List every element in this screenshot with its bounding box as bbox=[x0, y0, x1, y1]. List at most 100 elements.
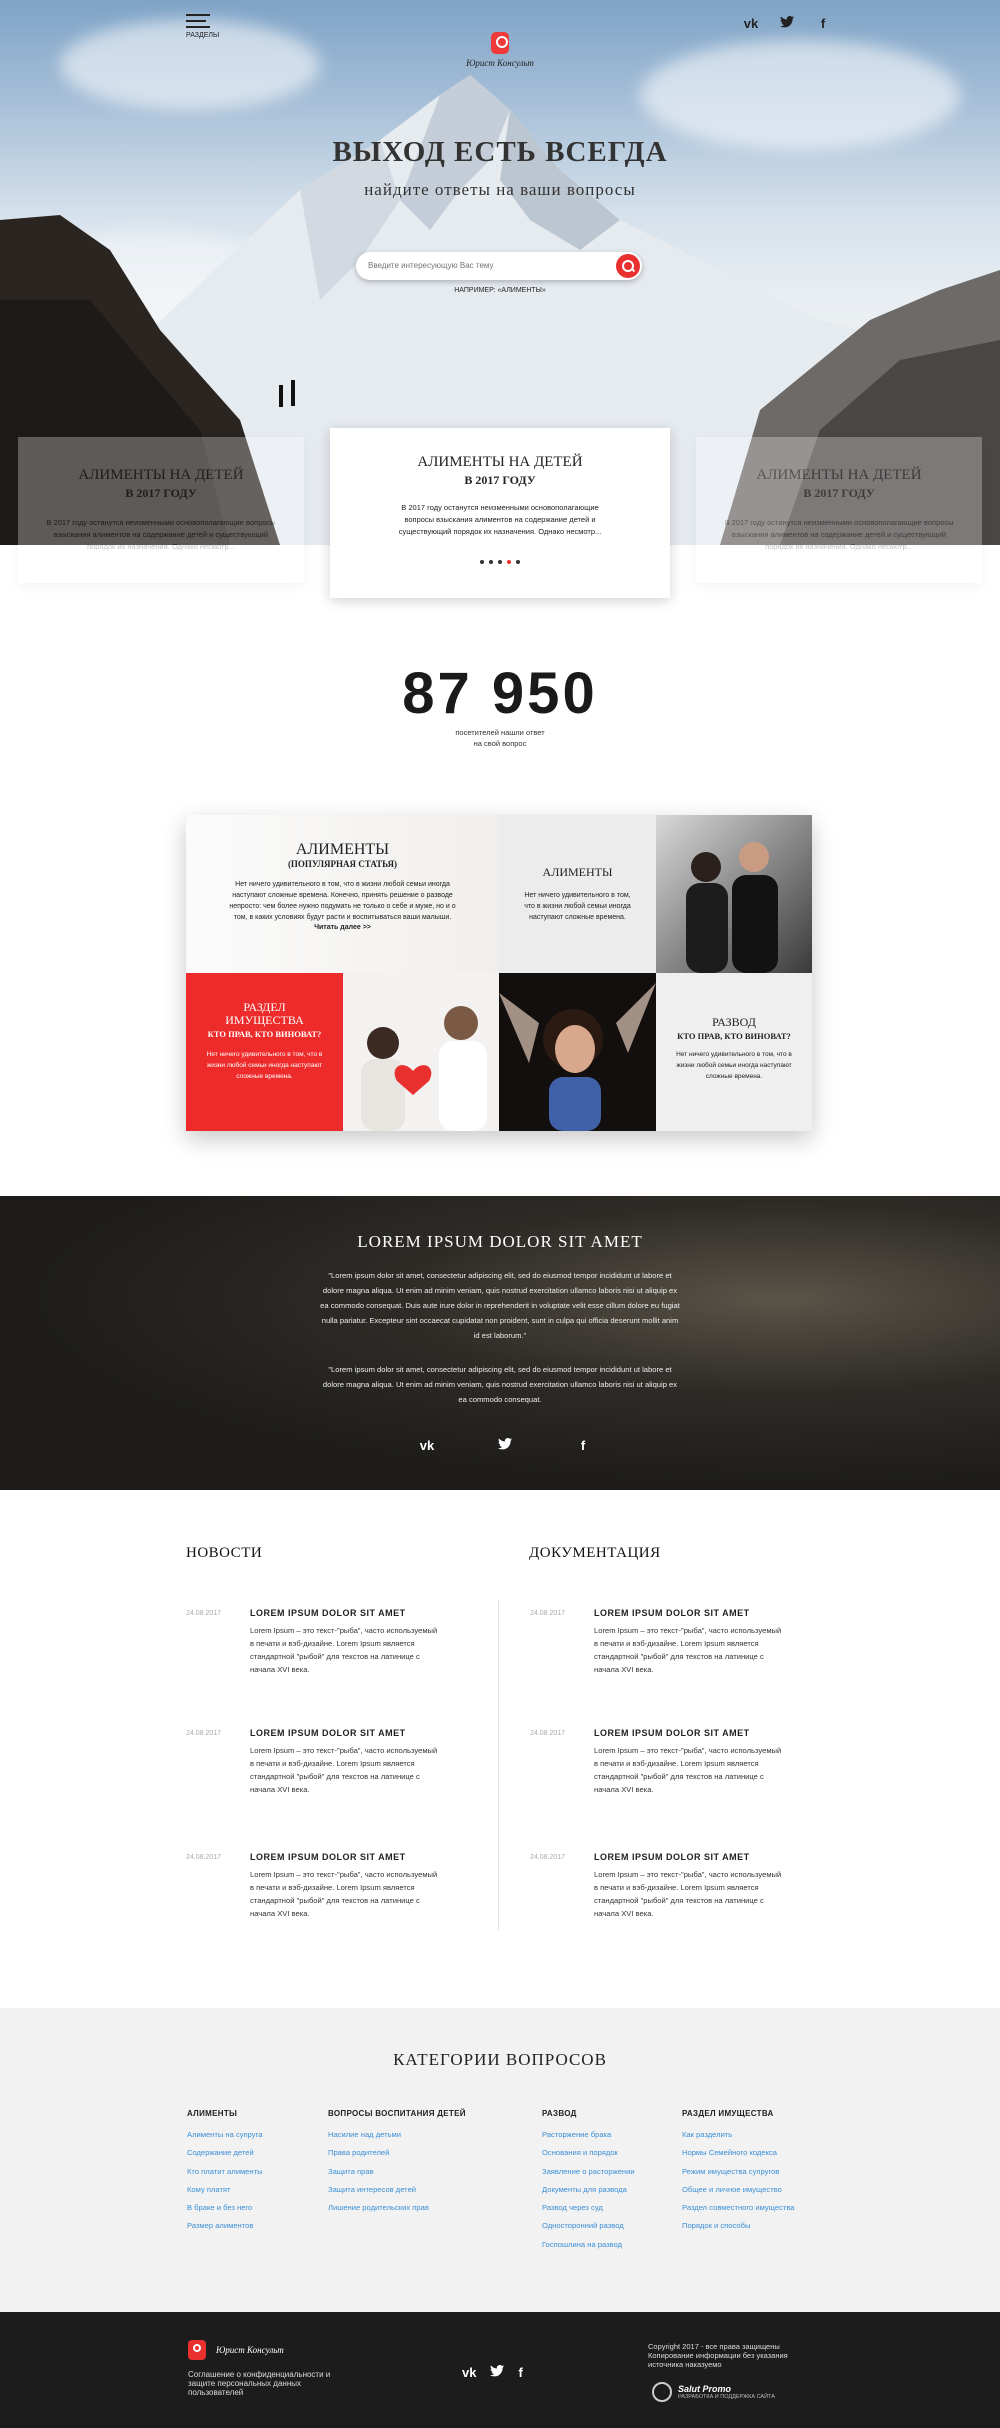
doc-text: Lorem Ipsum – это текст-"рыба", часто ис… bbox=[594, 1746, 782, 1794]
doc-title[interactable]: LOREM IPSUM DOLOR SIT AMET bbox=[594, 1608, 750, 1618]
search-input[interactable] bbox=[368, 261, 608, 270]
category-link[interactable]: Защита интересов детей bbox=[328, 2185, 508, 2194]
slider-dot-active[interactable] bbox=[507, 560, 511, 564]
property-card[interactable]: РАЗДЕЛ ИМУЩЕСТВА КТО ПРАВ, КТО ВИНОВАТ? … bbox=[186, 973, 343, 1131]
category-column: ВОПРОСЫ ВОСПИТАНИЯ ДЕТЕЙ Насилие над дет… bbox=[328, 2109, 508, 2221]
category-link[interactable]: Содержание детей bbox=[187, 2148, 317, 2157]
slider-dot[interactable] bbox=[498, 560, 502, 564]
footer-social: vk f bbox=[462, 2365, 523, 2380]
category-title: РАЗДЕЛ ИМУЩЕСТВА bbox=[682, 2109, 774, 2118]
category-link[interactable]: Основания и порядок bbox=[542, 2148, 682, 2157]
category-link[interactable]: Госпошлина на развод bbox=[542, 2240, 682, 2249]
hamburger-bar bbox=[186, 20, 206, 22]
card-text: В 2017 году останутся неизменными осново… bbox=[46, 518, 276, 551]
category-link[interactable]: Нормы Семейного кодекса bbox=[682, 2148, 822, 2157]
twitter-icon[interactable] bbox=[490, 2365, 505, 2380]
category-title: ВОПРОСЫ ВОСПИТАНИЯ ДЕТЕЙ bbox=[328, 2109, 466, 2118]
category-column: РАЗВОД Расторжение брака Основания и пор… bbox=[542, 2109, 682, 2258]
vk-icon[interactable]: vk bbox=[740, 16, 762, 32]
news-title[interactable]: LOREM IPSUM DOLOR SIT AMET bbox=[250, 1852, 406, 1862]
menu-button[interactable]: РАЗДЕЛЫ bbox=[186, 14, 220, 42]
divorce-card[interactable]: РАЗВОД КТО ПРАВ, КТО ВИНОВАТ? Нет ничего… bbox=[656, 973, 812, 1131]
vk-icon[interactable]: vk bbox=[416, 1438, 438, 1453]
visitor-counter: 87 950 bbox=[402, 661, 598, 726]
news-date: 24.08.2017 bbox=[186, 1854, 222, 1861]
news-title[interactable]: LOREM IPSUM DOLOR SIT AMET bbox=[250, 1608, 406, 1618]
heart-couple-photo bbox=[343, 973, 499, 1131]
card-title: АЛИМЕНТЫ НА ДЕТЕЙ bbox=[78, 467, 244, 483]
articles-grid: АЛИМЕНТЫ (ПОПУЛЯРНАЯ СТАТЬЯ) Нет ничего … bbox=[186, 815, 812, 1131]
doc-title[interactable]: LOREM IPSUM DOLOR SIT AMET bbox=[594, 1852, 750, 1862]
category-link[interactable]: Насилие над детьми bbox=[328, 2130, 508, 2139]
category-link[interactable]: Раздел совместного имущества bbox=[682, 2203, 822, 2212]
facebook-icon[interactable]: f bbox=[812, 16, 834, 32]
category-link[interactable]: Общее и личное имущество bbox=[682, 2185, 822, 2194]
news-heading: НОВОСТИ bbox=[186, 1545, 263, 1561]
search-button[interactable] bbox=[616, 254, 640, 278]
category-link[interactable]: Размер алиментов bbox=[187, 2221, 317, 2230]
category-link[interactable]: Расторжение брака bbox=[542, 2130, 682, 2139]
news-text: Lorem Ipsum – это текст-"рыба", часто ис… bbox=[250, 1870, 438, 1918]
property-text: Нет ничего удивительного в том, что в жи… bbox=[206, 1051, 323, 1080]
heart-couple-image bbox=[361, 1006, 487, 1131]
category-link[interactable]: Алименты на супруга bbox=[187, 2130, 317, 2139]
doc-item[interactable]: 24.08.2017 LOREM IPSUM DOLOR SIT AMET Lo… bbox=[530, 1608, 860, 1698]
developer-credit[interactable]: Salut Promo РАЗРАБОТКА И ПОДДЕРЖКА САЙТА bbox=[652, 2382, 775, 2402]
logo[interactable]: Юрист Консульт bbox=[455, 32, 545, 68]
doc-item[interactable]: 24.08.2017 LOREM IPSUM DOLOR SIT AMET Lo… bbox=[530, 1852, 860, 1942]
facebook-icon[interactable]: f bbox=[572, 1438, 594, 1453]
news-item[interactable]: 24.08.2017 LOREM IPSUM DOLOR SIT AMET Lo… bbox=[186, 1852, 516, 1942]
slider-dots bbox=[330, 560, 670, 564]
category-link[interactable]: Односторонний развод bbox=[542, 2221, 682, 2230]
card-subtitle: В 2017 ГОДУ bbox=[125, 486, 197, 500]
slider-card-active[interactable]: АЛИМЕНТЫ НА ДЕТЕЙ В 2017 ГОДУ В 2017 год… bbox=[330, 428, 670, 598]
category-link[interactable]: Развод через суд bbox=[542, 2203, 682, 2212]
news-title[interactable]: LOREM IPSUM DOLOR SIT AMET bbox=[250, 1728, 406, 1738]
salut-promo-logo-icon bbox=[652, 2382, 672, 2402]
alimony-card[interactable]: АЛИМЕНТЫ Нет ничего удивительного в том,… bbox=[499, 815, 656, 973]
menu-label: РАЗДЕЛЫ bbox=[186, 32, 220, 39]
slider-card-right[interactable]: АЛИМЕНТЫ НА ДЕТЕЙ В 2017 ГОДУ В 2017 год… bbox=[696, 437, 982, 583]
vk-icon[interactable]: vk bbox=[462, 2365, 476, 2380]
category-link[interactable]: Как разделить bbox=[682, 2130, 822, 2139]
category-link[interactable]: Заявление о расторжении bbox=[542, 2167, 682, 2176]
card-subtitle: В 2017 ГОДУ bbox=[464, 473, 536, 487]
category-link[interactable]: Защита прав bbox=[328, 2167, 508, 2176]
slider-card-left[interactable]: АЛИМЕНТЫ НА ДЕТЕЙ В 2017 ГОДУ В 2017 год… bbox=[18, 437, 304, 583]
category-link[interactable]: Кто платит алименты bbox=[187, 2167, 317, 2176]
developer-name: Salut Promo bbox=[678, 2384, 732, 2394]
footer-logo[interactable]: Юрист Консульт bbox=[188, 2340, 284, 2360]
category-link[interactable]: Кому платят bbox=[187, 2185, 317, 2194]
privacy-link[interactable]: Соглашение о конфиденциальности и защите… bbox=[188, 2370, 348, 2397]
category-column: АЛИМЕНТЫ Алименты на супруга Содержание … bbox=[187, 2109, 317, 2240]
news-item[interactable]: 24.08.2017 LOREM IPSUM DOLOR SIT AMET Lo… bbox=[186, 1728, 516, 1818]
card-text: В 2017 году останутся неизменными осново… bbox=[724, 518, 954, 551]
news-item[interactable]: 24.08.2017 LOREM IPSUM DOLOR SIT AMET Lo… bbox=[186, 1608, 516, 1698]
hero-title: ВЫХОД ЕСТЬ ВСЕГДА bbox=[332, 136, 668, 168]
category-link[interactable]: Права родителей bbox=[328, 2148, 508, 2157]
featured-article[interactable]: АЛИМЕНТЫ (ПОПУЛЯРНАЯ СТАТЬЯ) Нет ничего … bbox=[186, 815, 499, 973]
categories-heading: КАТЕГОРИИ ВОПРОСОВ bbox=[393, 2050, 607, 2069]
doc-item[interactable]: 24.08.2017 LOREM IPSUM DOLOR SIT AMET Lo… bbox=[530, 1728, 860, 1818]
twitter-icon[interactable] bbox=[776, 16, 798, 32]
read-more-link[interactable]: Читать далее >> bbox=[186, 924, 499, 931]
doc-text: Lorem Ipsum – это текст-"рыба", часто ис… bbox=[594, 1626, 782, 1674]
category-link[interactable]: Лишение родительских прав bbox=[328, 2203, 508, 2212]
news-text: Lorem Ipsum – это текст-"рыба", часто ис… bbox=[250, 1746, 438, 1794]
twitter-icon[interactable] bbox=[494, 1438, 516, 1453]
featured-title: АЛИМЕНТЫ bbox=[295, 841, 390, 858]
banner-title: LOREM IPSUM DOLOR SIT AMET bbox=[357, 1232, 643, 1251]
category-link[interactable]: Режим имущества супругов bbox=[682, 2167, 822, 2176]
slider-dot[interactable] bbox=[516, 560, 520, 564]
category-link[interactable]: Порядок и способы bbox=[682, 2221, 822, 2230]
slider-dot[interactable] bbox=[489, 560, 493, 564]
slider-dot[interactable] bbox=[480, 560, 484, 564]
category-link[interactable]: Документы для развода bbox=[542, 2185, 682, 2194]
category-link[interactable]: В браке и без него bbox=[187, 2203, 317, 2212]
facebook-icon[interactable]: f bbox=[518, 2365, 522, 2380]
docs-heading: ДОКУМЕНТАЦИЯ bbox=[529, 1545, 661, 1561]
doc-title[interactable]: LOREM IPSUM DOLOR SIT AMET bbox=[594, 1728, 750, 1738]
hamburger-icon bbox=[186, 14, 210, 16]
doc-date: 24.08.2017 bbox=[530, 1610, 566, 1617]
doc-date: 24.08.2017 bbox=[530, 1730, 566, 1737]
